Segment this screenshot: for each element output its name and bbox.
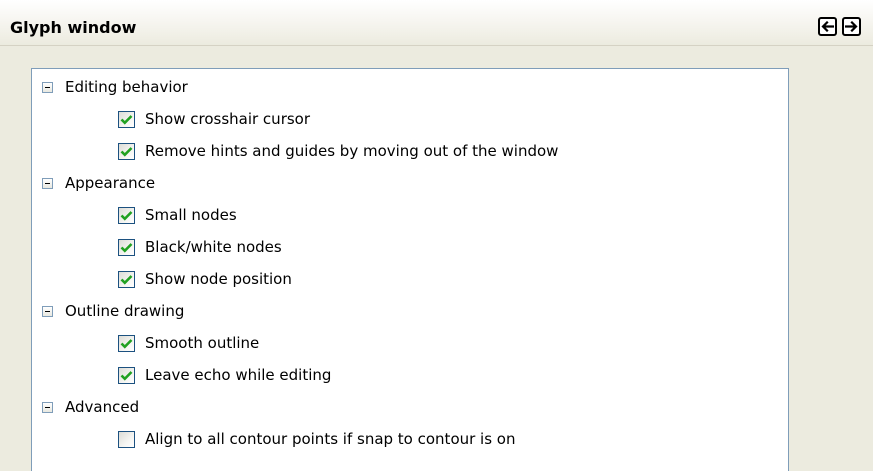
checkbox-show-crosshair-cursor[interactable]	[118, 110, 135, 128]
tree-group-label: Outline drawing	[65, 302, 185, 320]
back-button[interactable]	[818, 17, 837, 36]
tree-item-show-node-position[interactable]: Show node position	[118, 267, 292, 291]
checkbox-smooth-outline[interactable]	[118, 334, 135, 352]
tree-item-small-nodes[interactable]: Small nodes	[118, 203, 237, 227]
tree-item-smooth-outline[interactable]: Smooth outline	[118, 331, 259, 355]
tree-item-leave-echo-while-editing[interactable]: Leave echo while editing	[118, 363, 331, 387]
checkbox-leave-echo-while-editing[interactable]	[118, 366, 135, 384]
tree-item-align-to-all-contour-points[interactable]: Align to all contour points if snap to c…	[118, 427, 516, 451]
collapse-icon[interactable]	[42, 305, 53, 317]
tree-item-label: Remove hints and guides by moving out of…	[145, 142, 559, 160]
checkmark-icon	[120, 242, 133, 253]
checkmark-icon	[120, 274, 133, 285]
section-header: Glyph window	[0, 0, 873, 46]
collapse-icon[interactable]	[42, 401, 53, 413]
checkmark-icon	[120, 338, 133, 349]
collapse-icon[interactable]	[42, 81, 53, 93]
tree-item-label: Show node position	[145, 270, 292, 288]
tree-item-label: Align to all contour points if snap to c…	[145, 430, 516, 448]
checkmark-icon	[120, 370, 133, 381]
tree-group-outline-drawing[interactable]: Outline drawing	[42, 299, 184, 323]
checkbox-black-white-nodes[interactable]	[118, 238, 135, 256]
tree-group-appearance[interactable]: Appearance	[42, 171, 155, 195]
options-tree: Editing behavior Show crosshair cursor R…	[31, 68, 789, 471]
tree-item-show-crosshair-cursor[interactable]: Show crosshair cursor	[118, 107, 310, 131]
tree-group-label: Appearance	[65, 174, 156, 192]
tree-group-editing-behavior[interactable]: Editing behavior	[42, 75, 188, 99]
tree-item-label: Smooth outline	[145, 334, 260, 352]
checkmark-icon	[120, 146, 133, 157]
tree-item-remove-hints-and-guides[interactable]: Remove hints and guides by moving out of…	[118, 139, 558, 163]
section-title: Glyph window	[10, 18, 137, 37]
tree-group-label: Editing behavior	[65, 78, 188, 96]
checkbox-align-to-all-contour-points[interactable]	[118, 430, 135, 448]
tree-group-advanced[interactable]: Advanced	[42, 395, 139, 419]
glyph-window-settings-page: Glyph window Editing behavior Show cross…	[0, 0, 873, 471]
tree-item-black-white-nodes[interactable]: Black/white nodes	[118, 235, 282, 259]
arrow-left-icon	[821, 21, 834, 32]
checkbox-show-node-position[interactable]	[118, 270, 135, 288]
tree-group-label: Advanced	[65, 398, 140, 416]
collapse-icon[interactable]	[42, 177, 53, 189]
arrow-right-icon	[845, 21, 858, 32]
tree-item-label: Black/white nodes	[145, 238, 282, 256]
forward-button[interactable]	[842, 17, 861, 36]
checkmark-icon	[120, 210, 133, 221]
tree-item-label: Leave echo while editing	[145, 366, 332, 384]
tree-item-label: Show crosshair cursor	[145, 110, 311, 128]
checkbox-small-nodes[interactable]	[118, 206, 135, 224]
checkmark-icon	[120, 114, 133, 125]
checkbox-remove-hints-and-guides[interactable]	[118, 142, 135, 160]
tree-item-label: Small nodes	[145, 206, 237, 224]
